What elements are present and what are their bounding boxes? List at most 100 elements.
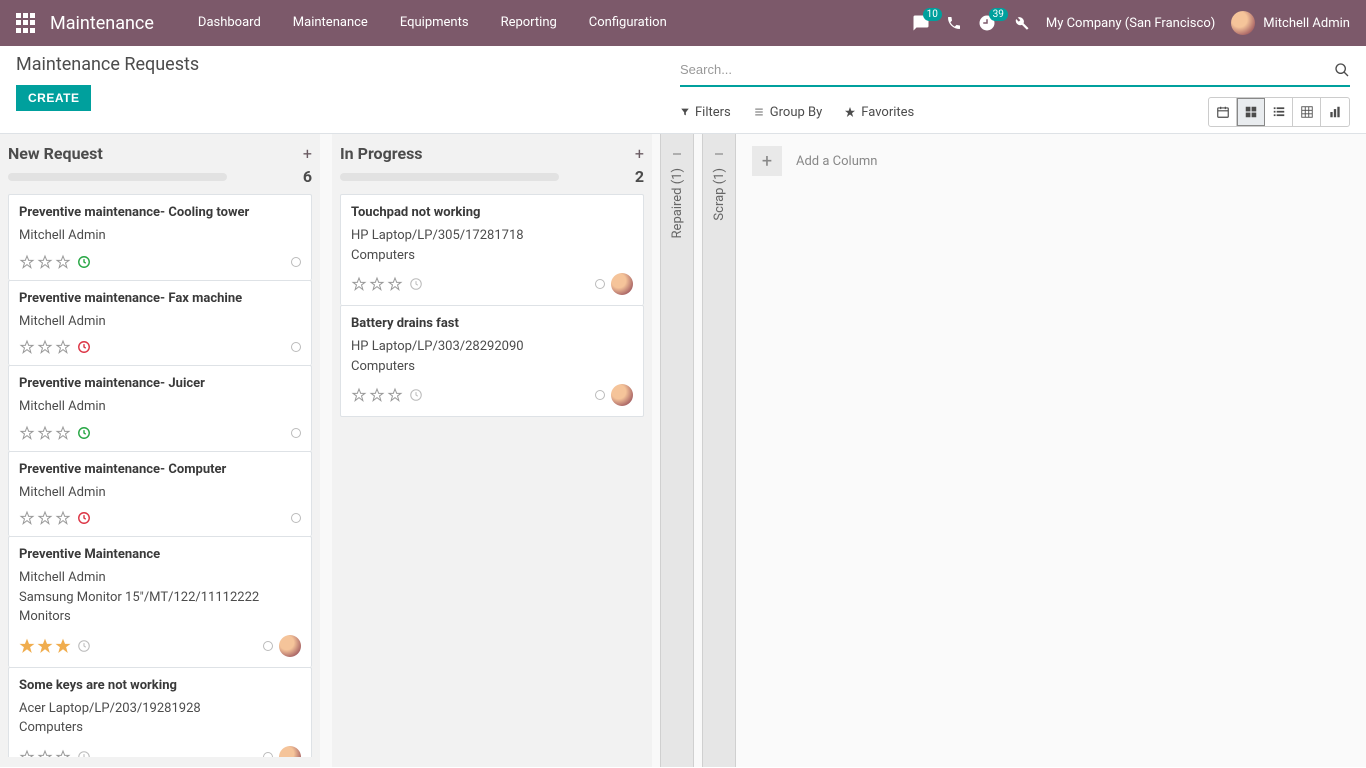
activity-clock-icon[interactable] xyxy=(77,255,91,269)
column-count: 6 xyxy=(303,167,312,186)
activity-clock-icon[interactable] xyxy=(409,388,423,402)
kanban-state-icon[interactable] xyxy=(291,428,301,438)
add-column-area: + Add a Column xyxy=(736,134,1366,767)
user-avatar-icon[interactable] xyxy=(279,746,301,758)
kanban-record[interactable]: Preventive MaintenanceMitchell AdminSams… xyxy=(8,536,312,667)
nav-reporting[interactable]: Reporting xyxy=(485,0,573,46)
nav-dashboard[interactable]: Dashboard xyxy=(182,0,277,46)
priority-star-icon[interactable] xyxy=(351,276,367,292)
priority-star-icon[interactable] xyxy=(55,339,71,355)
priority-star-icon[interactable] xyxy=(37,339,53,355)
priority-star-icon[interactable] xyxy=(387,276,403,292)
activity-clock-icon[interactable] xyxy=(409,277,423,291)
kanban-column: New Request +6 Preventive maintenance- Coo… xyxy=(0,134,320,767)
column-title: New Request xyxy=(8,144,103,163)
card-title: Preventive Maintenance xyxy=(19,547,301,562)
app-brand[interactable]: Maintenance xyxy=(50,13,154,34)
filters-menu[interactable]: Filters xyxy=(680,105,731,120)
activity-clock-icon[interactable] xyxy=(77,340,91,354)
priority-star-icon[interactable] xyxy=(19,425,35,441)
kanban-record[interactable]: Preventive maintenance- Fax machineMitch… xyxy=(8,280,312,366)
priority-star-icon[interactable] xyxy=(37,425,53,441)
tools-icon[interactable] xyxy=(1012,14,1030,32)
priority-star-icon[interactable] xyxy=(387,387,403,403)
priority-star-icon[interactable] xyxy=(351,387,367,403)
priority-star-icon[interactable] xyxy=(55,254,71,270)
activity-clock-icon[interactable] xyxy=(77,639,91,653)
kanban-record[interactable]: Preventive maintenance- Cooling towerMit… xyxy=(8,194,312,280)
discuss-icon[interactable]: 10 xyxy=(912,14,930,32)
kanban-state-icon[interactable] xyxy=(595,279,605,289)
priority-star-icon[interactable] xyxy=(55,638,71,654)
kanban-record[interactable]: Battery drains fastHP Laptop/LP/303/2829… xyxy=(340,305,644,417)
priority-star-icon[interactable] xyxy=(37,510,53,526)
group-by-menu[interactable]: Group By xyxy=(753,105,823,120)
kanban-state-icon[interactable] xyxy=(291,342,301,352)
activity-clock-icon[interactable] xyxy=(77,750,91,758)
view-pivot[interactable] xyxy=(1293,98,1321,126)
priority-widget xyxy=(19,425,91,441)
priority-star-icon[interactable] xyxy=(55,749,71,758)
create-button[interactable]: CREATE xyxy=(16,85,91,111)
quick-create-icon[interactable]: + xyxy=(303,144,312,163)
user-avatar-icon[interactable] xyxy=(279,635,301,657)
kanban-record[interactable]: Touchpad not workingHP Laptop/LP/305/172… xyxy=(340,194,644,305)
activity-clock-icon[interactable] xyxy=(77,511,91,525)
view-graph[interactable] xyxy=(1321,98,1349,126)
kanban-state-icon[interactable] xyxy=(291,513,301,523)
priority-star-icon[interactable] xyxy=(369,387,385,403)
card-equipment: HP Laptop/LP/305/17281718 xyxy=(351,226,633,246)
card-assignee: Mitchell Admin xyxy=(19,568,301,588)
kanban-column-folded[interactable]: Repaired (1) xyxy=(660,134,694,767)
add-column-label[interactable]: Add a Column xyxy=(796,154,877,169)
kanban-record[interactable]: Some keys are not workingAcer Laptop/LP/… xyxy=(8,667,312,758)
view-calendar[interactable] xyxy=(1209,98,1237,126)
nav-equipments[interactable]: Equipments xyxy=(384,0,485,46)
nav-configuration[interactable]: Configuration xyxy=(573,0,683,46)
user-avatar-icon[interactable] xyxy=(611,384,633,406)
view-list[interactable] xyxy=(1265,98,1293,126)
priority-star-icon[interactable] xyxy=(19,510,35,526)
user-menu[interactable]: Mitchell Admin xyxy=(1231,11,1350,35)
user-avatar-icon[interactable] xyxy=(611,273,633,295)
search-bar[interactable] xyxy=(680,54,1350,87)
kanban-state-icon[interactable] xyxy=(595,390,605,400)
priority-star-icon[interactable] xyxy=(19,339,35,355)
card-category: Computers xyxy=(351,357,633,377)
company-switcher[interactable]: My Company (San Francisco) xyxy=(1046,16,1215,31)
add-column-button[interactable]: + xyxy=(752,146,782,176)
activities-icon[interactable]: 39 xyxy=(978,14,996,32)
kanban-state-icon[interactable] xyxy=(263,752,273,758)
apps-icon[interactable] xyxy=(16,13,36,33)
priority-star-icon[interactable] xyxy=(19,638,35,654)
favorites-menu[interactable]: Favorites xyxy=(844,105,914,120)
quick-create-icon[interactable]: + xyxy=(635,144,644,163)
kanban-record[interactable]: Preventive maintenance- ComputerMitchell… xyxy=(8,451,312,537)
priority-star-icon[interactable] xyxy=(19,254,35,270)
kanban-column-folded[interactable]: Scrap (1) xyxy=(702,134,736,767)
priority-star-icon[interactable] xyxy=(37,749,53,758)
nav-maintenance[interactable]: Maintenance xyxy=(277,0,384,46)
view-kanban[interactable] xyxy=(1237,98,1265,126)
card-assignee: Mitchell Admin xyxy=(19,226,301,246)
nav-links: Dashboard Maintenance Equipments Reporti… xyxy=(182,0,683,46)
search-input[interactable] xyxy=(680,58,1334,81)
priority-star-icon[interactable] xyxy=(369,276,385,292)
search-icon[interactable] xyxy=(1334,62,1350,78)
phone-icon[interactable] xyxy=(946,15,962,31)
priority-widget xyxy=(351,387,423,403)
priority-widget xyxy=(19,254,91,270)
priority-star-icon[interactable] xyxy=(55,510,71,526)
priority-star-icon[interactable] xyxy=(37,638,53,654)
activity-clock-icon[interactable] xyxy=(77,426,91,440)
priority-widget xyxy=(19,749,91,758)
kanban-state-icon[interactable] xyxy=(263,641,273,651)
priority-star-icon[interactable] xyxy=(19,749,35,758)
priority-star-icon[interactable] xyxy=(37,254,53,270)
card-assignee: Mitchell Admin xyxy=(19,397,301,417)
kanban-record[interactable]: Preventive maintenance- JuicerMitchell A… xyxy=(8,365,312,451)
card-category: Computers xyxy=(351,246,633,266)
kanban-state-icon[interactable] xyxy=(291,257,301,267)
priority-star-icon[interactable] xyxy=(55,425,71,441)
user-avatar-icon xyxy=(1231,11,1255,35)
